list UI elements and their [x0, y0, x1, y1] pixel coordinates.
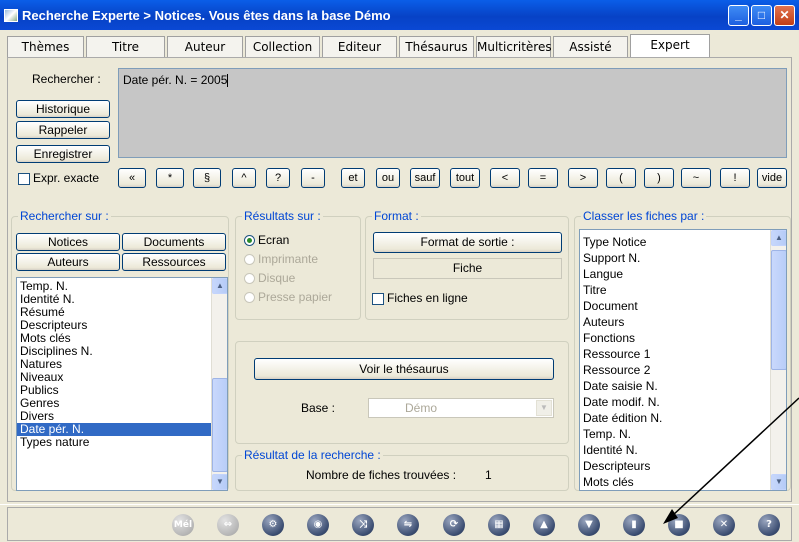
annotation-arrow [663, 397, 799, 524]
